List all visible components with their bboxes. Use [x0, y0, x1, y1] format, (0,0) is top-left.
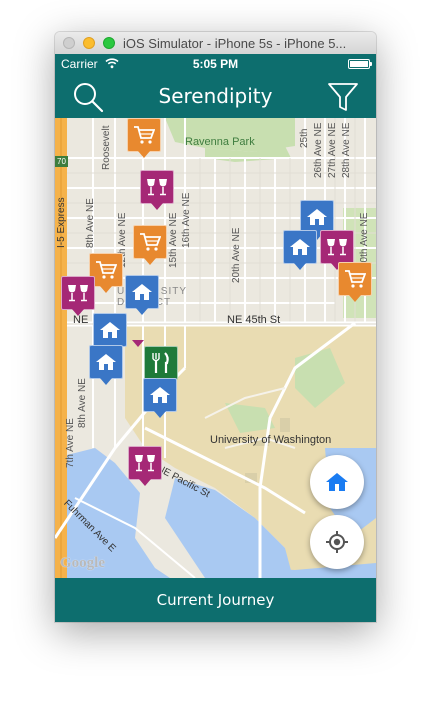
bottom-bar[interactable]: Current Journey [55, 578, 376, 622]
label-26th-ave: 26th Ave NE [313, 122, 324, 178]
label-27th-ave: 27th Ave NE [327, 122, 338, 178]
label-20th-ave: 20th Ave NE [231, 227, 242, 283]
map-pin-home[interactable] [89, 345, 123, 385]
shopping-cart-icon [96, 261, 117, 279]
home-location-button[interactable] [310, 455, 364, 509]
map-pin-bar[interactable] [61, 276, 95, 316]
map-pin-home[interactable] [143, 378, 177, 418]
navigation-bar: Serendipity [55, 74, 376, 118]
label-8th-ave: 8th Ave NE [85, 198, 96, 248]
google-logo: Google [60, 555, 105, 571]
label-roosevelt: Roosevelt [101, 125, 112, 170]
status-time: 5:05 PM [192, 57, 239, 71]
battery-icon [348, 59, 372, 69]
house-icon [96, 354, 116, 370]
minimize-button[interactable] [83, 37, 95, 49]
map-pin-home[interactable] [125, 275, 159, 315]
label-ravenna-park: Ravenna Park [185, 136, 255, 148]
map-pin-home[interactable] [300, 200, 334, 240]
label-university-of-washington: University of Washington [210, 434, 332, 446]
wine-glasses-icon [147, 179, 167, 196]
house-icon [132, 284, 152, 300]
map-pin-bar[interactable] [320, 230, 354, 270]
label-8th-ave-south: 8th Ave NE [77, 378, 88, 428]
close-button[interactable] [63, 37, 75, 49]
current-location-button[interactable] [310, 515, 364, 569]
current-journey-button[interactable]: Current Journey [55, 591, 376, 609]
label-28th-ave: 28th Ave NE [341, 122, 352, 178]
house-icon [100, 322, 120, 338]
label-16th-ave: 16th Ave NE [181, 192, 192, 248]
map-pin-bar[interactable] [128, 446, 162, 486]
map-pin-home[interactable] [93, 313, 127, 353]
phone-screen: Carrier 5:05 PM Serendipity 70 Ravenna P… [55, 54, 376, 622]
label-30th-ave: 30th Ave NE [359, 212, 370, 268]
map-pin-bar[interactable] [140, 170, 174, 210]
map-pin-shopping[interactable] [133, 225, 167, 265]
label-7th-ave: 7th Ave NE [65, 418, 76, 468]
map-pin-home[interactable] [283, 230, 317, 270]
house-icon [290, 239, 310, 255]
label-i5-express: I-5 Express [56, 197, 67, 248]
map-pin-shopping[interactable] [338, 262, 372, 302]
label-15th-ave: 15th Ave NE [168, 212, 179, 268]
house-icon [150, 387, 170, 403]
house-icon [326, 473, 348, 491]
window-title: iOS Simulator - iPhone 5s - iPhone 5... [123, 36, 347, 51]
fork-knife-icon [152, 352, 169, 373]
status-bar: Carrier 5:05 PM [55, 54, 376, 74]
map-view[interactable]: 70 Ravenna Park Roosevelt 8th Ave NE 15t… [55, 118, 376, 578]
wine-glasses-icon [327, 239, 347, 256]
label-25th: 25th [299, 128, 310, 148]
shopping-cart-icon [345, 270, 366, 288]
house-icon [307, 209, 327, 225]
shopping-cart-icon [140, 233, 161, 251]
map-pin-restaurant[interactable] [144, 346, 178, 386]
wine-glasses-icon [68, 285, 88, 302]
zoom-button[interactable] [103, 37, 115, 49]
crosshair-icon [326, 531, 348, 553]
window-titlebar: iOS Simulator - iPhone 5s - iPhone 5... [55, 32, 376, 55]
label-ne-45th: NE 45th St [227, 314, 281, 326]
simulator-window: iOS Simulator - iPhone 5s - iPhone 5... … [55, 32, 376, 622]
filter-icon[interactable] [326, 80, 360, 114]
shopping-cart-icon [134, 126, 155, 144]
wine-glasses-icon [135, 455, 155, 472]
map-pin-shopping[interactable] [127, 118, 161, 158]
highway-sign: 70 [57, 157, 66, 166]
